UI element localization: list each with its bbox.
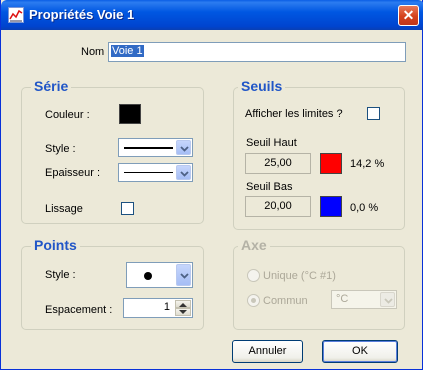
nom-value: Voie 1 — [111, 45, 144, 57]
serie-style-label: Style : — [45, 143, 76, 155]
chevron-down-icon — [180, 146, 189, 152]
unit-value: °C — [336, 293, 349, 305]
seuil-haut-percent: 14,2 % — [350, 158, 385, 170]
unit-dropdown[interactable] — [380, 292, 395, 307]
espacement-label: Espacement : — [45, 304, 113, 316]
axe-group — [233, 246, 405, 330]
seuil-haut-label: Seuil Haut — [246, 137, 297, 149]
title-bar[interactable]: Propriétés Voie 1 ✕ — [1, 0, 423, 30]
chevron-down-icon — [180, 171, 189, 177]
unit-select[interactable]: °C — [331, 290, 397, 309]
afficher-limites-checkbox[interactable] — [367, 107, 380, 120]
lissage-label: Lissage — [45, 203, 83, 215]
serie-title: Série — [31, 78, 72, 94]
unique-label: Unique (°C #1) — [263, 270, 336, 282]
chevron-down-icon — [384, 298, 393, 304]
serie-style-select[interactable] — [118, 138, 193, 157]
ok-button[interactable]: OK — [322, 340, 398, 363]
lissage-checkbox[interactable] — [121, 202, 134, 215]
nom-input[interactable]: Voie 1 — [108, 42, 406, 62]
serie-style-dropdown[interactable] — [176, 140, 191, 155]
close-button[interactable]: ✕ — [398, 5, 419, 26]
seuil-haut-value: 25,00 — [245, 153, 311, 174]
seuil-bas-value: 20,00 — [245, 196, 311, 217]
properties-dialog: Propriétés Voie 1 ✕ Nom : Voie 1 Série C… — [0, 0, 423, 370]
points-style-select[interactable] — [126, 262, 193, 288]
points-style-label: Style : — [45, 269, 76, 281]
couleur-swatch[interactable] — [119, 104, 141, 124]
seuil-bas-percent: 0,0 % — [350, 202, 379, 214]
espacement-value: 1 — [163, 301, 170, 313]
afficher-limites-label: Afficher les limites ? — [245, 108, 343, 120]
window-title: Propriétés Voie 1 — [29, 7, 135, 22]
unique-radio[interactable] — [247, 269, 260, 282]
commun-radio[interactable] — [247, 294, 260, 307]
nom-label: Nom : — [81, 46, 111, 58]
chevron-down-icon — [180, 273, 189, 279]
seuil-bas-color[interactable] — [320, 196, 342, 217]
axe-title: Axe — [238, 237, 270, 253]
dot-marker-preview — [144, 272, 152, 280]
commun-label: Commun — [263, 295, 308, 307]
points-title: Points — [31, 237, 80, 253]
epaisseur-dropdown[interactable] — [176, 165, 191, 180]
espacement-stepper[interactable]: 1 — [123, 298, 193, 318]
points-style-dropdown[interactable] — [176, 264, 191, 286]
solid-line-preview — [124, 147, 173, 149]
spin-up-button[interactable] — [175, 300, 191, 308]
couleur-label: Couleur : — [45, 109, 90, 121]
cancel-button[interactable]: Annuler — [232, 340, 303, 363]
arrow-down-icon — [179, 310, 187, 314]
seuil-haut-color[interactable] — [320, 153, 342, 174]
chart-icon — [8, 7, 24, 23]
thin-line-preview — [124, 172, 173, 173]
epaisseur-select[interactable] — [118, 163, 193, 182]
epaisseur-label: Epaisseur : — [45, 167, 101, 179]
close-icon: ✕ — [402, 7, 415, 23]
spin-down-button[interactable] — [175, 308, 191, 316]
seuil-bas-label: Seuil Bas — [246, 181, 293, 193]
seuils-title: Seuils — [238, 78, 286, 94]
